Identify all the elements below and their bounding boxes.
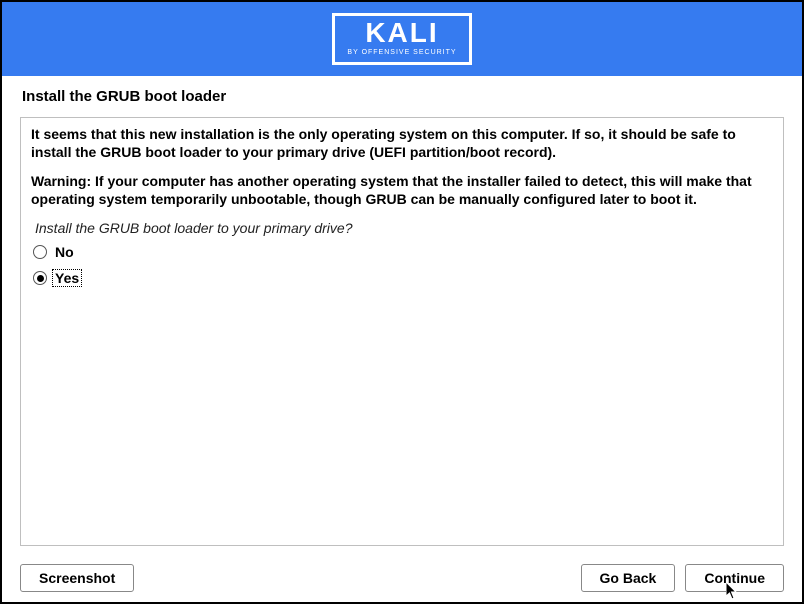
- info-paragraph-2: Warning: If your computer has another op…: [31, 173, 773, 208]
- continue-button[interactable]: Continue: [685, 564, 784, 592]
- radio-icon: [33, 271, 47, 285]
- header-banner: KALI BY OFFENSIVE SECURITY: [2, 2, 802, 76]
- logo-subtitle: BY OFFENSIVE SECURITY: [347, 49, 456, 56]
- radio-icon: [33, 245, 47, 259]
- info-paragraph-1: It seems that this new installation is t…: [31, 126, 773, 161]
- screenshot-button[interactable]: Screenshot: [20, 564, 134, 592]
- kali-logo: KALI BY OFFENSIVE SECURITY: [332, 13, 471, 65]
- radio-label-no: No: [53, 244, 76, 260]
- footer-bar: Screenshot Go Back Continue: [2, 556, 802, 602]
- go-back-button[interactable]: Go Back: [581, 564, 676, 592]
- radio-label-yes: Yes: [53, 270, 81, 286]
- radio-option-yes[interactable]: Yes: [31, 270, 773, 286]
- page-title: Install the GRUB boot loader: [20, 88, 784, 105]
- logo-text: KALI: [365, 19, 438, 47]
- radio-option-no[interactable]: No: [31, 244, 773, 260]
- main-panel: It seems that this new installation is t…: [20, 117, 784, 546]
- content-area: Install the GRUB boot loader It seems th…: [2, 76, 802, 556]
- question-label: Install the GRUB boot loader to your pri…: [31, 220, 773, 236]
